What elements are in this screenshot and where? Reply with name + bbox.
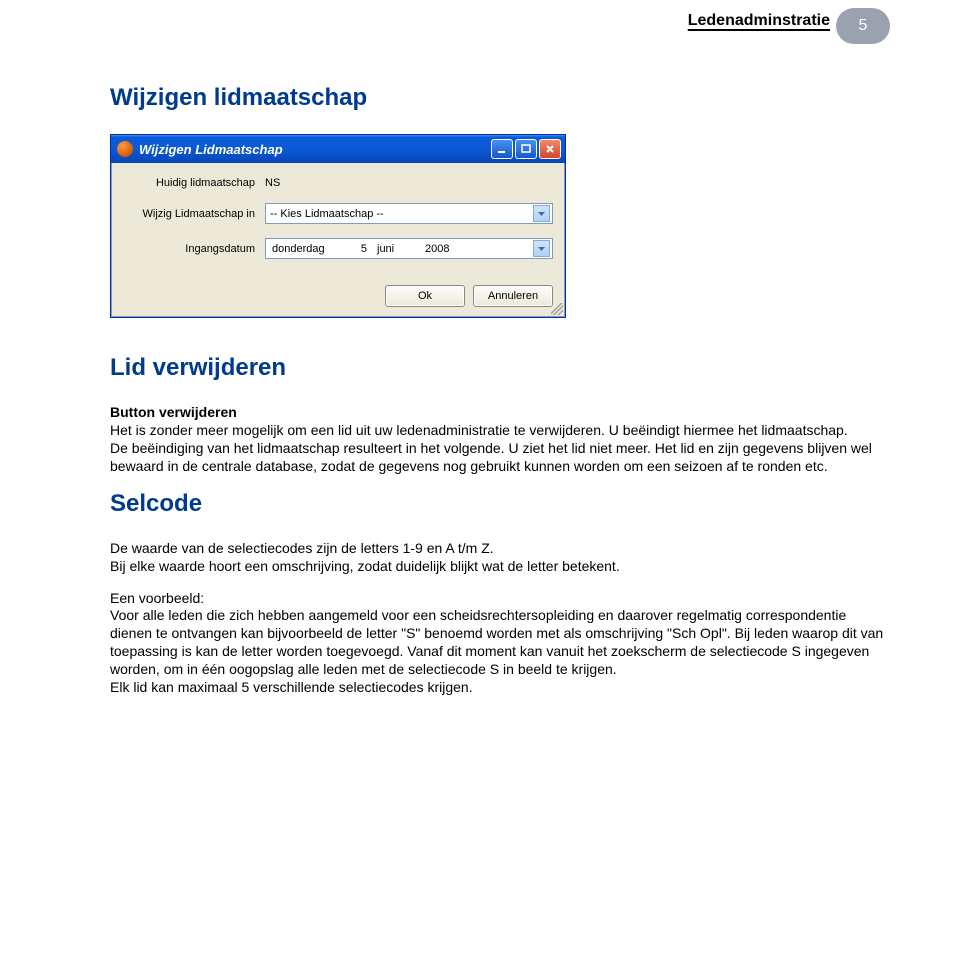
dialog-wijzigen-lidmaatschap: Wijzigen Lidmaatschap Huidig lidmaatscha… [110, 134, 566, 318]
paragraph-selcode-example-body: Voor alle leden die zich hebben aangemel… [110, 607, 890, 679]
minimize-button[interactable] [491, 139, 513, 159]
date-year: 2008 [425, 243, 465, 255]
app-icon [117, 141, 133, 157]
subhead-button-verwijderen: Button verwijderen [110, 404, 890, 420]
dialog-title: Wijzigen Lidmaatschap [139, 142, 491, 157]
resize-grip-icon[interactable] [551, 303, 563, 315]
heading-wijzigen-lidmaatschap: Wijzigen lidmaatschap [110, 84, 890, 112]
value-current-membership: NS [265, 177, 280, 189]
label-current-membership: Huidig lidmaatschap [123, 177, 265, 189]
page-header: Ledenadminstratie 5 [110, 0, 890, 44]
maximize-button[interactable] [515, 139, 537, 159]
date-day: 5 [347, 243, 367, 255]
paragraph-selcode-example-head: Een voorbeeld: [110, 590, 890, 608]
cancel-button[interactable]: Annuleren [473, 285, 553, 307]
paragraph-remove-1: Het is zonder meer mogelijk om een lid u… [110, 422, 890, 440]
date-picker[interactable]: donderdag 5 juni 2008 [265, 238, 553, 259]
paragraph-selcode-example-tail: Elk lid kan maximaal 5 verschillende sel… [110, 679, 890, 697]
paragraph-selcode-1: De waarde van de selectiecodes zijn de l… [110, 540, 890, 558]
label-start-date: Ingangsdatum [123, 243, 265, 255]
paragraph-selcode-2: Bij elke waarde hoort een omschrijving, … [110, 558, 890, 576]
heading-selcode: Selcode [110, 490, 890, 518]
section-title: Ledenadminstratie [688, 8, 830, 30]
page-number-badge: 5 [836, 8, 890, 44]
label-change-membership: Wijzig Lidmaatschap in [123, 208, 265, 220]
select-membership-value: -- Kies Lidmaatschap -- [270, 208, 533, 220]
paragraph-remove-2: De beëindiging van het lidmaatschap resu… [110, 440, 890, 476]
date-weekday: donderdag [272, 243, 337, 255]
chevron-down-icon [533, 205, 550, 222]
ok-button[interactable]: Ok [385, 285, 465, 307]
dialog-titlebar[interactable]: Wijzigen Lidmaatschap [111, 135, 565, 163]
close-icon [545, 144, 555, 154]
date-month: juni [377, 243, 415, 255]
maximize-icon [521, 144, 531, 154]
heading-lid-verwijderen: Lid verwijderen [110, 354, 890, 382]
close-button[interactable] [539, 139, 561, 159]
select-membership[interactable]: -- Kies Lidmaatschap -- [265, 203, 553, 224]
minimize-icon [497, 144, 507, 154]
chevron-down-icon [533, 240, 550, 257]
